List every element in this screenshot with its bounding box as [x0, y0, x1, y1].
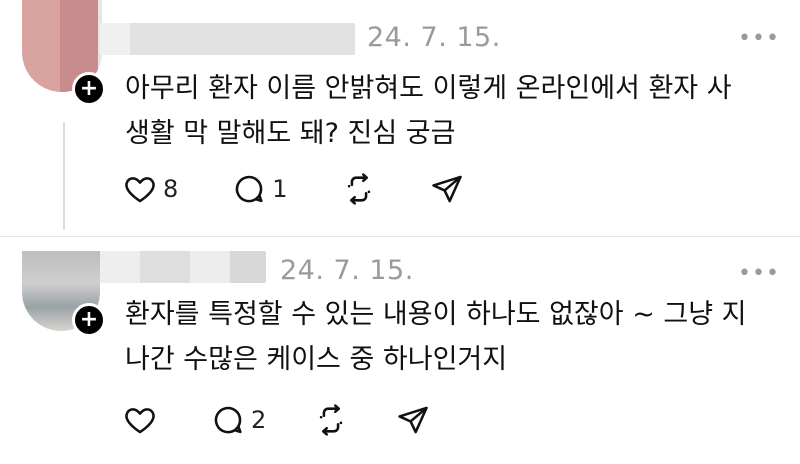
post-1: + 24. 7. 15. ••• 아무리 환자 이름 안밝혀도 이렇게 온라인에… — [0, 0, 800, 235]
username[interactable] — [100, 23, 355, 55]
like-button[interactable] — [123, 403, 163, 437]
repost-icon — [320, 404, 343, 436]
heart-icon — [125, 177, 155, 203]
action-bar: 8 1 — [123, 172, 504, 206]
follow-plus-icon[interactable]: + — [72, 303, 106, 337]
post-date: 24. 7. 15. — [280, 255, 414, 286]
share-button[interactable] — [396, 403, 430, 437]
post-text: 아무리 환자 이름 안밝혀도 이렇게 온라인에서 환자 사 생활 막 말해도 돼… — [125, 66, 785, 156]
username[interactable] — [100, 251, 266, 283]
like-count: 8 — [163, 175, 179, 203]
thread-line — [63, 122, 65, 230]
post-text-line: 나간 수많은 케이스 중 하나인거지 — [125, 344, 508, 375]
reply-button[interactable]: 2 — [211, 403, 266, 437]
post-text-line: 생활 막 말해도 돼? 진심 궁금 — [125, 118, 456, 149]
repost-button[interactable] — [342, 172, 376, 206]
comment-icon — [214, 406, 242, 434]
action-bar: 2 — [123, 403, 470, 437]
like-button[interactable]: 8 — [123, 172, 178, 206]
post-2: + 24. 7. 15. ••• 환자를 특정할 수 있는 내용이 하나도 없잖… — [0, 237, 800, 464]
heart-icon — [125, 408, 155, 434]
more-options-icon[interactable]: ••• — [738, 261, 780, 286]
reply-count: 2 — [251, 406, 267, 434]
follow-plus-icon[interactable]: + — [72, 72, 106, 106]
share-icon — [431, 175, 462, 203]
post-date: 24. 7. 15. — [367, 22, 501, 53]
repost-button[interactable] — [314, 403, 348, 437]
share-icon — [398, 406, 429, 434]
repost-icon — [347, 173, 370, 205]
post-text-line: 아무리 환자 이름 안밝혀도 이렇게 온라인에서 환자 사 — [125, 73, 732, 104]
post-text: 환자를 특정할 수 있는 내용이 하나도 없잖아 ~ 그냥 지 나간 수많은 케… — [125, 292, 785, 382]
comment-icon — [236, 175, 263, 203]
reply-count: 1 — [272, 175, 288, 203]
post-text-line: 환자를 특정할 수 있는 내용이 하나도 없잖아 ~ 그냥 지 — [125, 299, 747, 330]
more-options-icon[interactable]: ••• — [738, 26, 780, 51]
reply-button[interactable]: 1 — [232, 172, 288, 206]
share-button[interactable] — [430, 172, 464, 206]
